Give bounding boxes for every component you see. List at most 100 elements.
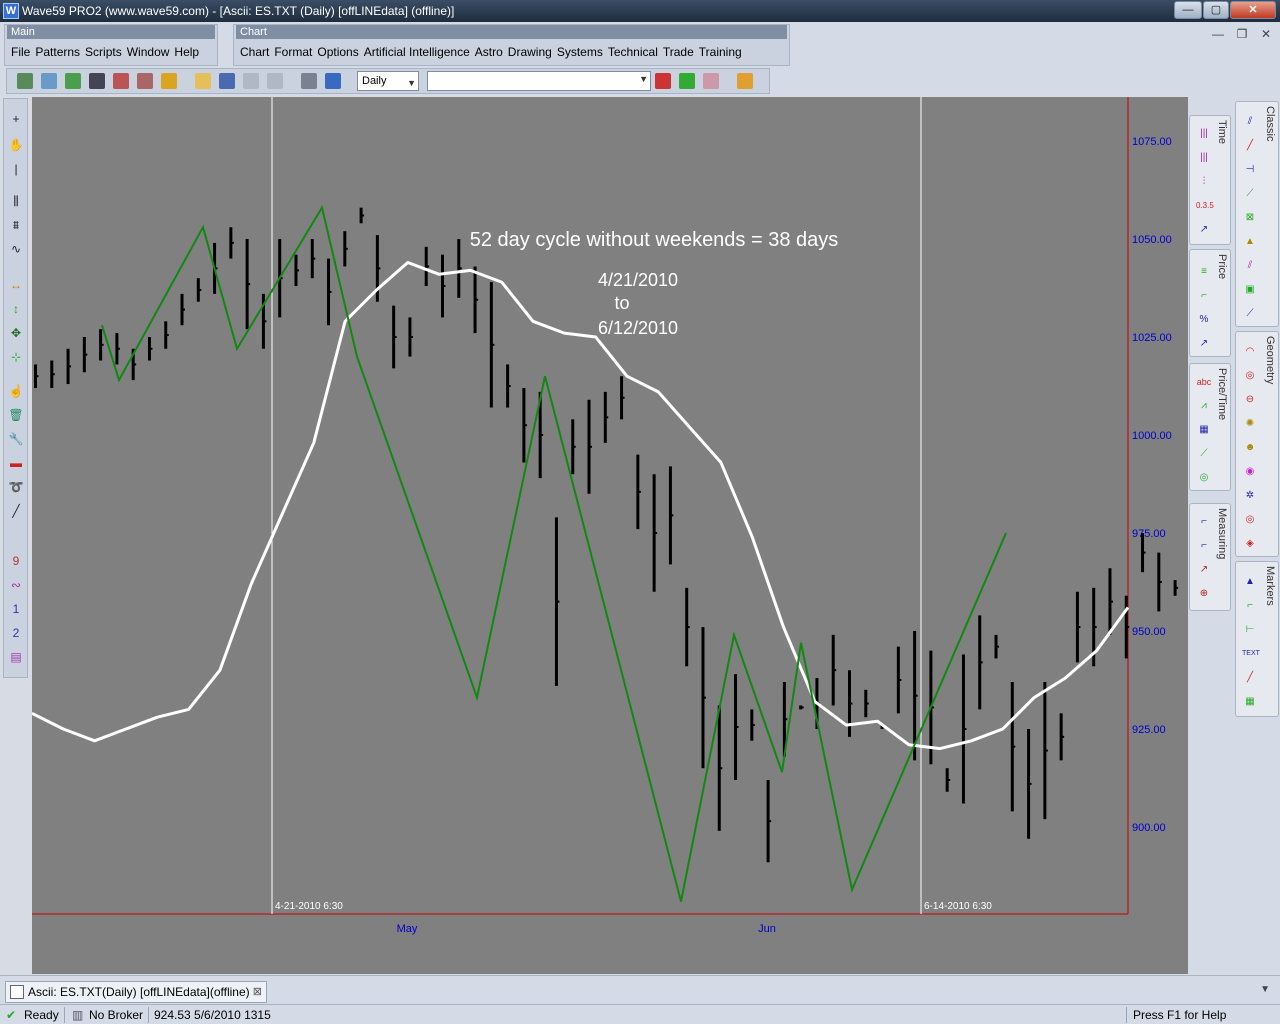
concentric-icon[interactable]: ◎	[1242, 512, 1258, 528]
andrews-icon[interactable]: ⊣	[1242, 162, 1258, 178]
grid-icon[interactable]: ▦	[1196, 422, 1212, 438]
save-icon[interactable]	[219, 73, 235, 89]
ellipse-icon[interactable]: ⊖	[1242, 392, 1258, 408]
fib-numbers-icon[interactable]: 0.3.5	[1196, 198, 1214, 214]
ruler-icon[interactable]: ╱	[8, 503, 24, 519]
candles-icon[interactable]: ⩩	[8, 217, 24, 233]
undo-icon[interactable]	[325, 73, 341, 89]
scale-icon[interactable]: ⊹	[8, 349, 24, 365]
alert-icon[interactable]	[161, 73, 177, 89]
wrench-icon[interactable]: 🔧	[8, 431, 24, 447]
step-marker-icon[interactable]: ⌐	[1242, 598, 1258, 614]
channel-icon[interactable]: ⫽	[1242, 258, 1258, 274]
pattern-icon[interactable]: ⩘	[1196, 398, 1212, 414]
tools-icon[interactable]	[113, 73, 129, 89]
text-tool-icon[interactable]: TEXT	[1242, 646, 1260, 662]
maximize-button[interactable]: ▢	[1203, 1, 1229, 19]
menu-trade[interactable]: Trade	[663, 45, 694, 59]
menu-options[interactable]: Options	[317, 45, 358, 59]
label-marker-icon[interactable]: ⊢	[1242, 622, 1258, 638]
wave-icon[interactable]: ∾	[8, 577, 24, 593]
menu-window[interactable]: Window	[127, 45, 170, 59]
price-step-icon[interactable]: ⌐	[1196, 288, 1212, 304]
zoom-icon[interactable]	[41, 73, 57, 89]
bars-icon[interactable]: ⫼	[8, 193, 24, 209]
monitor-icon[interactable]	[89, 73, 105, 89]
count-icon[interactable]: 9	[8, 553, 24, 569]
price-panel-label[interactable]: Price	[1216, 254, 1228, 279]
up-arrow-icon[interactable]: ▲	[1242, 574, 1258, 590]
target-icon[interactable]: ◎	[1242, 368, 1258, 384]
price-time-panel-label[interactable]: Price/Time	[1216, 368, 1228, 420]
pointer-icon[interactable]: ☝	[8, 383, 24, 399]
crosshair-target-icon[interactable]: ⊕	[1196, 586, 1212, 602]
pitchfork-icon[interactable]: ⫽	[1242, 114, 1258, 130]
gann-fan-icon[interactable]: ⟋	[1242, 186, 1258, 202]
mdi-restore-button[interactable]: ❐	[1232, 27, 1252, 45]
scan-icon[interactable]	[137, 73, 153, 89]
tab-close-icon[interactable]: ⊠	[253, 982, 262, 1002]
cycle-lines-icon[interactable]: |||	[1196, 126, 1212, 142]
time-fib-icon[interactable]: ⫶	[1196, 174, 1212, 190]
chart-doc-tab[interactable]: Ascii: ES.TXT(Daily) [offLINEdata](offli…	[5, 981, 267, 1003]
measure-abc-icon[interactable]: ↗	[1196, 562, 1212, 578]
menu-technical[interactable]: Technical	[608, 45, 658, 59]
speed-lines-icon[interactable]: ⟋	[1242, 306, 1258, 322]
chart-canvas[interactable]: 4-21-2010 6:30 6-14-2010 6:30 1075.00 1050.…	[32, 97, 1188, 974]
line-chart-icon[interactable]: ∿	[8, 241, 24, 257]
vertical-line-icon[interactable]: |	[8, 161, 24, 177]
magnet-icon[interactable]	[655, 73, 671, 89]
measure-12-icon[interactable]: ⌐	[1196, 514, 1212, 530]
trash-icon[interactable]: 🗑	[8, 407, 24, 423]
hand-icon[interactable]: ✋	[8, 137, 24, 153]
arc-icon[interactable]: ◠	[1242, 344, 1258, 360]
trendline-icon[interactable]: ╱	[1242, 138, 1258, 154]
menu-format[interactable]: Format	[274, 45, 312, 59]
menu-astro[interactable]: Astro	[475, 45, 503, 59]
crosshair-icon[interactable]: +	[8, 111, 24, 127]
line-marker-icon[interactable]: ╱	[1242, 670, 1258, 686]
abc-icon[interactable]: abc	[1196, 374, 1212, 390]
time-bars-icon[interactable]: |||	[1196, 150, 1212, 166]
symbol-select[interactable]: ▼	[427, 71, 651, 91]
wave1-icon[interactable]: 1	[8, 601, 24, 617]
wave2-icon[interactable]: 2	[8, 625, 24, 641]
circle-target-icon[interactable]: ◎	[1196, 470, 1212, 486]
menu-artificial-intelligence[interactable]: Artificial Intelligence	[364, 45, 470, 59]
time-trend-icon[interactable]: ↗	[1196, 222, 1212, 238]
print-icon[interactable]	[301, 73, 317, 89]
price-trend-icon[interactable]: ↗	[1196, 336, 1212, 352]
grid-marker-icon[interactable]: ▦	[1242, 694, 1258, 710]
lasso-icon[interactable]: ➰	[8, 479, 24, 495]
eye-icon[interactable]	[703, 73, 719, 89]
price-chart[interactable]: 4-21-2010 6:30 6-14-2010 6:30 1075.00 1050.…	[32, 97, 1188, 974]
vspread-icon[interactable]: ↕	[8, 301, 24, 317]
fib-icon[interactable]: ▤	[8, 649, 24, 665]
sun-icon[interactable]: ✺	[1242, 416, 1258, 432]
menu-chart[interactable]: Chart	[240, 45, 269, 59]
menu-help[interactable]: Help	[174, 45, 199, 59]
diamond-icon[interactable]: ◈	[1242, 536, 1258, 552]
mdi-close-button[interactable]: ✕	[1256, 27, 1276, 45]
move-icon[interactable]: ✥	[8, 325, 24, 341]
price-levels-icon[interactable]: ≡	[1196, 264, 1212, 280]
hspread-icon[interactable]: ↔	[8, 277, 24, 293]
close-button[interactable]: ✕	[1230, 1, 1276, 19]
menu-training[interactable]: Training	[699, 45, 742, 59]
template-icon[interactable]	[243, 73, 259, 89]
calendar-icon[interactable]	[737, 73, 753, 89]
time-panel-label[interactable]: Time	[1216, 120, 1228, 144]
measuring-panel-label[interactable]: Measuring	[1216, 508, 1228, 559]
menu-scripts[interactable]: Scripts	[85, 45, 122, 59]
minimize-button[interactable]: —	[1174, 1, 1202, 19]
box-icon[interactable]: ⊠	[1242, 210, 1258, 226]
menu-systems[interactable]: Systems	[557, 45, 603, 59]
classic-panel-label[interactable]: Classic	[1264, 106, 1276, 141]
refresh-icon[interactable]	[65, 73, 81, 89]
triangle-icon[interactable]: ▲	[1242, 234, 1258, 250]
truck-icon[interactable]: ▬	[8, 455, 24, 471]
geometry-panel-label[interactable]: Geometry	[1264, 336, 1276, 384]
open-folder-icon[interactable]	[195, 73, 211, 89]
web-icon[interactable]: ✲	[1242, 488, 1258, 504]
measure-123-icon[interactable]: ⌐	[1196, 538, 1212, 554]
